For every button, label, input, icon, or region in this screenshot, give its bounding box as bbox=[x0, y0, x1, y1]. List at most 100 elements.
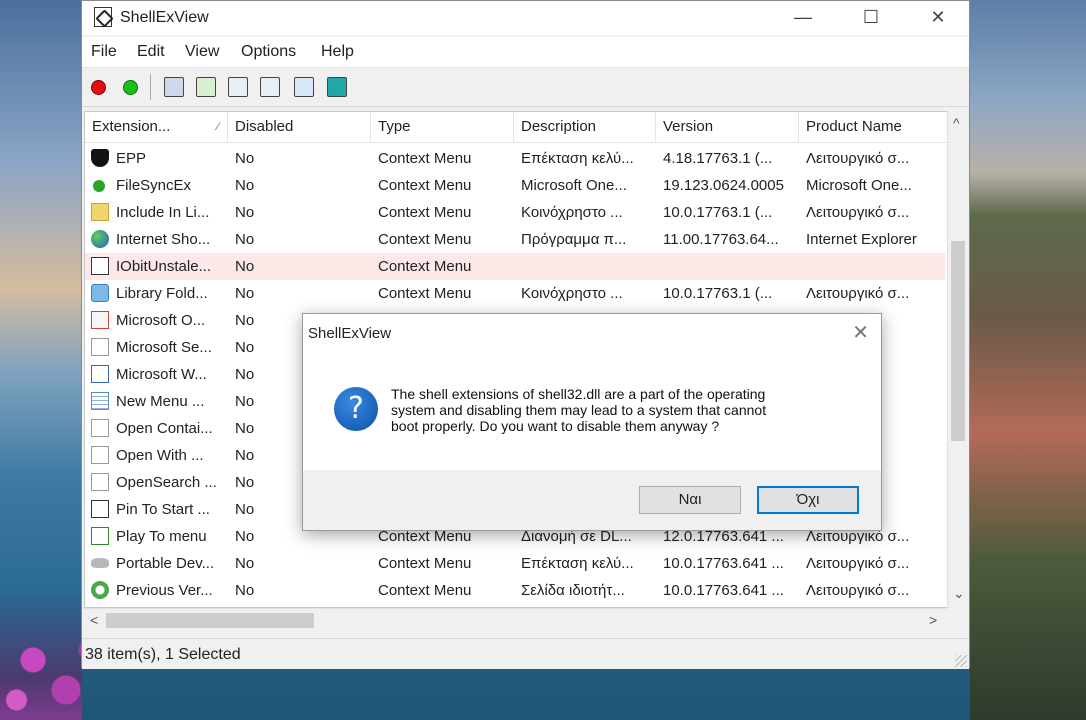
document-icon bbox=[91, 419, 109, 437]
title-bar[interactable]: ShellExView — ☐ ✕ bbox=[82, 1, 969, 35]
close-button[interactable]: ✕ bbox=[915, 5, 961, 31]
cell-type: Context Menu bbox=[378, 285, 472, 302]
column-header-disabled[interactable]: Disabled bbox=[228, 112, 371, 142]
no-button[interactable]: Όχι bbox=[757, 486, 859, 514]
yes-button[interactable]: Ναι bbox=[639, 486, 741, 514]
dialog-message: The shell extensions of shell32.dll are … bbox=[391, 386, 861, 434]
save-icon[interactable] bbox=[164, 77, 184, 97]
cell-product-name bbox=[806, 253, 940, 280]
exit-icon[interactable] bbox=[327, 77, 347, 97]
vertical-scrollbar[interactable]: ^ ⌄ bbox=[947, 111, 968, 608]
refresh-icon[interactable] bbox=[196, 77, 216, 97]
column-header-version[interactable]: Version bbox=[656, 112, 799, 142]
table-row[interactable]: EPP No Context Menu Επέκταση κελύ... 4.18.17… bbox=[85, 145, 945, 172]
shell-ext-icon bbox=[91, 500, 109, 518]
menu-file[interactable]: File bbox=[91, 43, 117, 61]
check-icon bbox=[93, 180, 105, 192]
scroll-right-icon[interactable]: > bbox=[929, 612, 937, 628]
sort-indicator-icon: ⁄ bbox=[217, 121, 219, 133]
folder-icon bbox=[91, 203, 109, 221]
toolbar bbox=[82, 68, 969, 107]
cell-product-name: Λειτουργικό σ... bbox=[806, 204, 910, 221]
horizontal-scroll-thumb[interactable] bbox=[106, 613, 314, 628]
vertical-scroll-thumb[interactable] bbox=[951, 241, 965, 441]
question-icon: ? bbox=[334, 387, 378, 431]
cell-extension: Library Fold... bbox=[116, 285, 208, 302]
dialog-footer: Ναι Όχι bbox=[303, 470, 881, 530]
cell-description: Microsoft One... bbox=[521, 177, 627, 194]
dialog-message-line: boot properly. Do you want to disable th… bbox=[391, 418, 720, 434]
scroll-down-icon[interactable]: ⌄ bbox=[953, 585, 965, 602]
cell-extension: FileSyncEx bbox=[116, 177, 192, 194]
document-icon bbox=[91, 473, 109, 491]
shield-icon bbox=[91, 149, 109, 167]
column-header-product-name[interactable]: Product Name bbox=[799, 112, 948, 142]
cell-version: 10.0.17763.1 (... bbox=[663, 204, 773, 221]
window-title: ShellExView bbox=[120, 9, 209, 26]
cell-extension: Open With ... bbox=[116, 447, 204, 464]
cell-extension: Microsoft O... bbox=[116, 312, 206, 329]
enable-green-dot-icon[interactable] bbox=[123, 80, 138, 95]
cell-extension: Pin To Start ... bbox=[116, 501, 210, 518]
cell-version: 10.0.17763.641 ... bbox=[663, 555, 784, 572]
column-header-type[interactable]: Type bbox=[371, 112, 514, 142]
dialog-message-line: system and disabling them may lead to a … bbox=[391, 402, 767, 418]
cell-product-name: Λειτουργικό σ... bbox=[806, 285, 910, 302]
find-icon[interactable] bbox=[294, 77, 314, 97]
cell-disabled: No bbox=[235, 150, 255, 167]
word-doc-icon bbox=[91, 365, 109, 383]
disable-red-dot-icon[interactable] bbox=[91, 80, 106, 95]
cell-version: 11.00.17763.64... bbox=[663, 231, 779, 248]
cell-disabled: No bbox=[235, 285, 255, 302]
cell-description: Πρόγραμμα π... bbox=[521, 231, 627, 248]
cell-disabled: No bbox=[235, 555, 255, 572]
cell-description: Κοινόχρηστο ... bbox=[521, 285, 623, 302]
history-icon bbox=[91, 581, 109, 599]
resize-grip-icon[interactable] bbox=[955, 655, 967, 667]
table-row[interactable]: Include In Li... No Context Menu Κοινόχρηστ… bbox=[85, 199, 945, 226]
cell-product-name: Internet Explorer bbox=[806, 231, 917, 248]
cell-version: 10.0.17763.641 ... bbox=[663, 582, 784, 599]
table-row[interactable]: Internet Sho... No Context Menu Πρόγραμμα π… bbox=[85, 226, 945, 253]
column-header-description[interactable]: Description bbox=[514, 112, 656, 142]
cell-extension: Include In Li... bbox=[116, 204, 210, 221]
cell-disabled: No bbox=[235, 231, 255, 248]
table-row[interactable]: Portable Dev... No Context Menu Επέκταση κε… bbox=[85, 550, 945, 577]
cell-extension: Play To menu bbox=[116, 528, 207, 545]
cell-extension: New Menu ... bbox=[116, 393, 205, 410]
cell-extension: Microsoft W... bbox=[116, 366, 207, 383]
scroll-left-icon[interactable]: < bbox=[90, 612, 98, 628]
cell-type: Context Menu bbox=[378, 177, 472, 194]
cell-description: Κοινόχρηστο ... bbox=[521, 204, 623, 221]
menu-help[interactable]: Help bbox=[321, 43, 354, 61]
cell-type: Context Menu bbox=[378, 231, 472, 248]
horizontal-scrollbar[interactable]: < > bbox=[84, 608, 947, 632]
cell-extension: Open Contai... bbox=[116, 420, 213, 437]
menu-edit[interactable]: Edit bbox=[137, 43, 165, 61]
cell-extension: Internet Sho... bbox=[116, 231, 211, 248]
table-row[interactable]: Previous Ver... No Context Menu Σελίδα ιδιο… bbox=[85, 577, 945, 604]
menu-view[interactable]: View bbox=[185, 43, 219, 61]
column-header-extension[interactable]: Extension... ⁄ bbox=[85, 112, 228, 142]
maximize-button[interactable]: ☐ bbox=[848, 5, 894, 31]
cell-description: Σελίδα ιδιοτήτ... bbox=[521, 582, 625, 599]
cell-product-name: Λειτουργικό σ... bbox=[806, 150, 910, 167]
copy-icon[interactable] bbox=[228, 77, 248, 97]
cell-type: Context Menu bbox=[378, 555, 472, 572]
cell-type: Context Menu bbox=[378, 258, 472, 275]
minimize-button[interactable]: — bbox=[780, 5, 826, 31]
toolbar-separator bbox=[150, 74, 151, 100]
cell-version bbox=[663, 253, 793, 280]
dialog-close-button[interactable]: ✕ bbox=[852, 320, 869, 345]
cell-description bbox=[521, 253, 651, 280]
menu-options[interactable]: Options bbox=[241, 43, 296, 61]
table-row[interactable]: FileSyncEx No Context Menu Microsoft One...… bbox=[85, 172, 945, 199]
cell-extension: EPP bbox=[116, 150, 147, 167]
table-row[interactable]: Library Fold... No Context Menu Κοινόχρηστο… bbox=[85, 280, 945, 307]
table-row[interactable]: IObitUnstale... No Context Menu bbox=[85, 253, 945, 280]
scroll-up-icon[interactable]: ^ bbox=[953, 115, 960, 131]
properties-icon[interactable] bbox=[260, 77, 280, 97]
cell-product-name: Microsoft One... bbox=[806, 177, 912, 194]
menu-bar: File Edit View Options Help bbox=[82, 37, 969, 68]
cell-version: 10.0.17763.1 (... bbox=[663, 285, 773, 302]
